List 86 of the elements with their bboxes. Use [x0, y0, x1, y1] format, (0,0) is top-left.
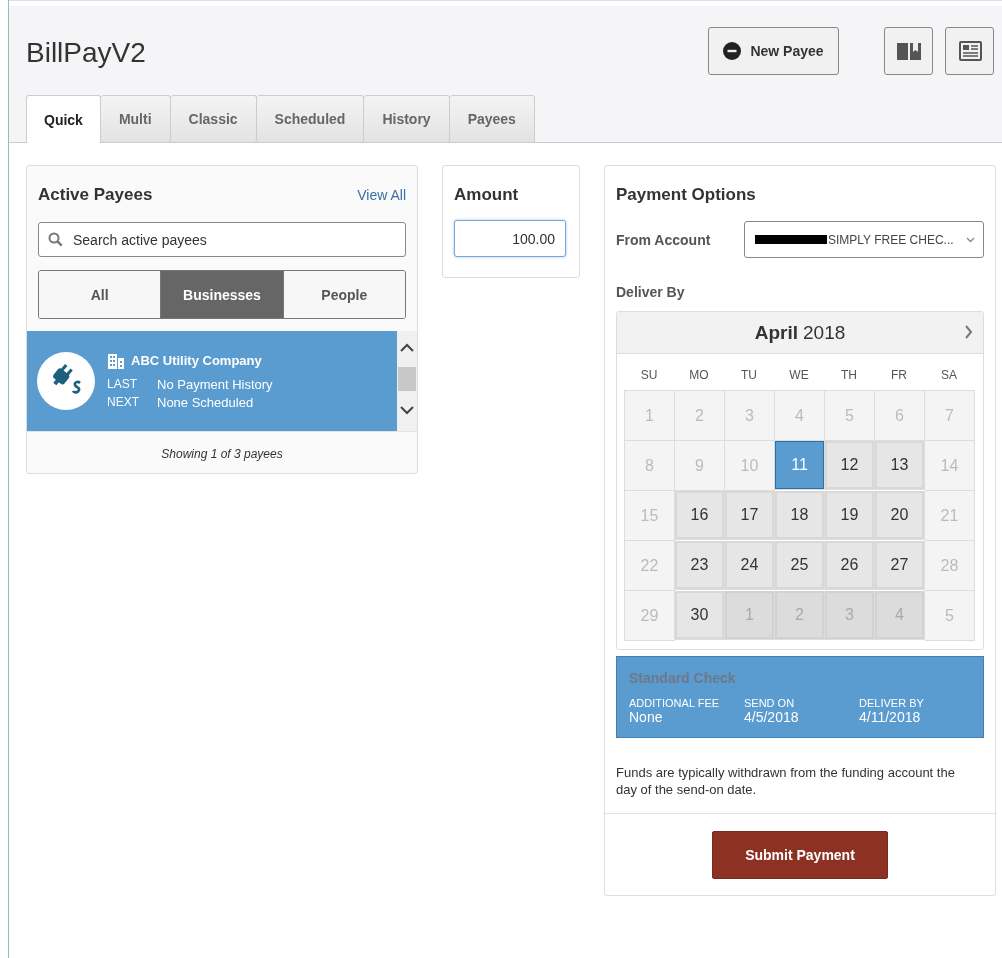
- calendar-day: 15: [625, 491, 675, 541]
- calendar-day: 5: [925, 591, 975, 641]
- filter-tab[interactable]: People: [282, 271, 405, 318]
- panel-title: Amount: [454, 185, 520, 205]
- payee-count: Showing 1 of 3 payees: [161, 447, 283, 461]
- tab[interactable]: Quick: [26, 95, 101, 144]
- calendar-day[interactable]: 25: [775, 541, 825, 590]
- chevron-up-icon[interactable]: [400, 343, 414, 353]
- calendar-day: 1: [625, 391, 675, 441]
- tab[interactable]: Scheduled: [256, 95, 365, 143]
- building-icon: [107, 352, 125, 369]
- weekday-label: MO: [688, 367, 710, 384]
- calendar-day: 6: [875, 391, 925, 441]
- calendar-day[interactable]: 13: [875, 441, 925, 490]
- plug-icon: [37, 352, 95, 410]
- view-all-link[interactable]: View All: [357, 187, 406, 203]
- calendar-day: 8: [625, 441, 675, 491]
- tab[interactable]: History: [364, 95, 450, 143]
- newspaper-icon: [957, 41, 982, 61]
- weekday-label: TU: [740, 367, 758, 384]
- panel-title: Payment Options: [616, 185, 757, 205]
- calendar-day[interactable]: 16: [675, 491, 725, 540]
- calendar-day: 2: [675, 391, 725, 441]
- calendar-day: 3: [725, 391, 775, 441]
- calendar-day: 21: [925, 491, 975, 541]
- calendar-day[interactable]: 30: [675, 591, 725, 640]
- new-payee-button[interactable]: New Payee: [708, 27, 839, 75]
- calendar-day[interactable]: 18: [775, 491, 825, 540]
- chevron-down-icon: [966, 236, 975, 243]
- calendar-day[interactable]: 23: [675, 541, 725, 590]
- field-value: No Payment History: [157, 376, 273, 392]
- field-label: Deliver By: [616, 284, 685, 300]
- calendar-day: 5: [825, 391, 875, 441]
- field-value: 4/11/2018: [859, 709, 922, 725]
- calendar-day: 4: [775, 391, 825, 441]
- search-field[interactable]: Search active payees: [38, 222, 406, 257]
- minus-circle-icon: [723, 42, 742, 60]
- calendar-day: 10: [725, 441, 775, 491]
- field-label: ADDITIONAL FEE: [629, 697, 721, 709]
- method-title: Standard Check: [629, 670, 737, 686]
- filter-tab[interactable]: Businesses: [160, 271, 283, 318]
- panel-title: Active Payees: [38, 185, 153, 205]
- scrollbar[interactable]: [397, 331, 417, 431]
- tab[interactable]: Classic: [170, 95, 257, 143]
- tab[interactable]: Payees: [449, 95, 535, 143]
- calendar-day: 14: [925, 441, 975, 491]
- calendar-day[interactable]: 27: [875, 541, 925, 590]
- app-title: BillPayV2: [26, 36, 147, 69]
- calendar-day[interactable]: 19: [825, 491, 875, 540]
- calendar-day: 9: [675, 441, 725, 491]
- payee-name: ABC Utility Company: [131, 353, 262, 368]
- tab[interactable]: Multi: [100, 95, 171, 143]
- calendar-day: 29: [625, 591, 675, 641]
- calendar-day[interactable]: 20: [875, 491, 925, 540]
- calendar-day[interactable]: 17: [725, 491, 775, 540]
- account-dropdown[interactable]: SIMPLY FREE CHEC...: [744, 221, 984, 258]
- weekday-label: TH: [840, 367, 858, 384]
- calendar-day[interactable]: 24: [725, 541, 775, 590]
- calendar-day: 22: [625, 541, 675, 591]
- weekday-label: SU: [639, 367, 659, 384]
- calendar-day: 28: [925, 541, 975, 591]
- field-label: DELIVER BY: [859, 697, 925, 709]
- calendar-day: 7: [925, 391, 975, 441]
- weekday-label: SA: [940, 367, 958, 384]
- field-value: None Scheduled: [157, 394, 255, 410]
- search-icon: [48, 232, 63, 247]
- info-text: Funds are typically withdrawn from the funding account the day of the send-on date.: [616, 765, 955, 797]
- calendar-month-title: April 2018: [754, 321, 846, 344]
- amount-field[interactable]: 100.00: [454, 220, 566, 257]
- chevron-down-icon[interactable]: [400, 405, 414, 415]
- book-button[interactable]: [884, 27, 933, 75]
- news-button[interactable]: [945, 27, 994, 75]
- chevron-right-icon[interactable]: [964, 325, 973, 339]
- field-label: SEND ON: [744, 697, 796, 709]
- field-label: LAST: [107, 376, 138, 392]
- field-label: From Account: [616, 231, 711, 248]
- calendar-day[interactable]: 26: [825, 541, 875, 590]
- calendar-day[interactable]: 12: [825, 441, 875, 490]
- weekday-label: WE: [788, 367, 810, 384]
- field-label: NEXT: [107, 394, 140, 410]
- field-value: 4/5/2018: [744, 709, 800, 725]
- scrollbar-thumb[interactable]: [398, 367, 416, 391]
- field-value: None: [629, 709, 664, 725]
- weekday-label: FR: [890, 367, 908, 384]
- submit-payment-button[interactable]: Submit Payment: [712, 831, 888, 879]
- book-icon: [895, 41, 922, 61]
